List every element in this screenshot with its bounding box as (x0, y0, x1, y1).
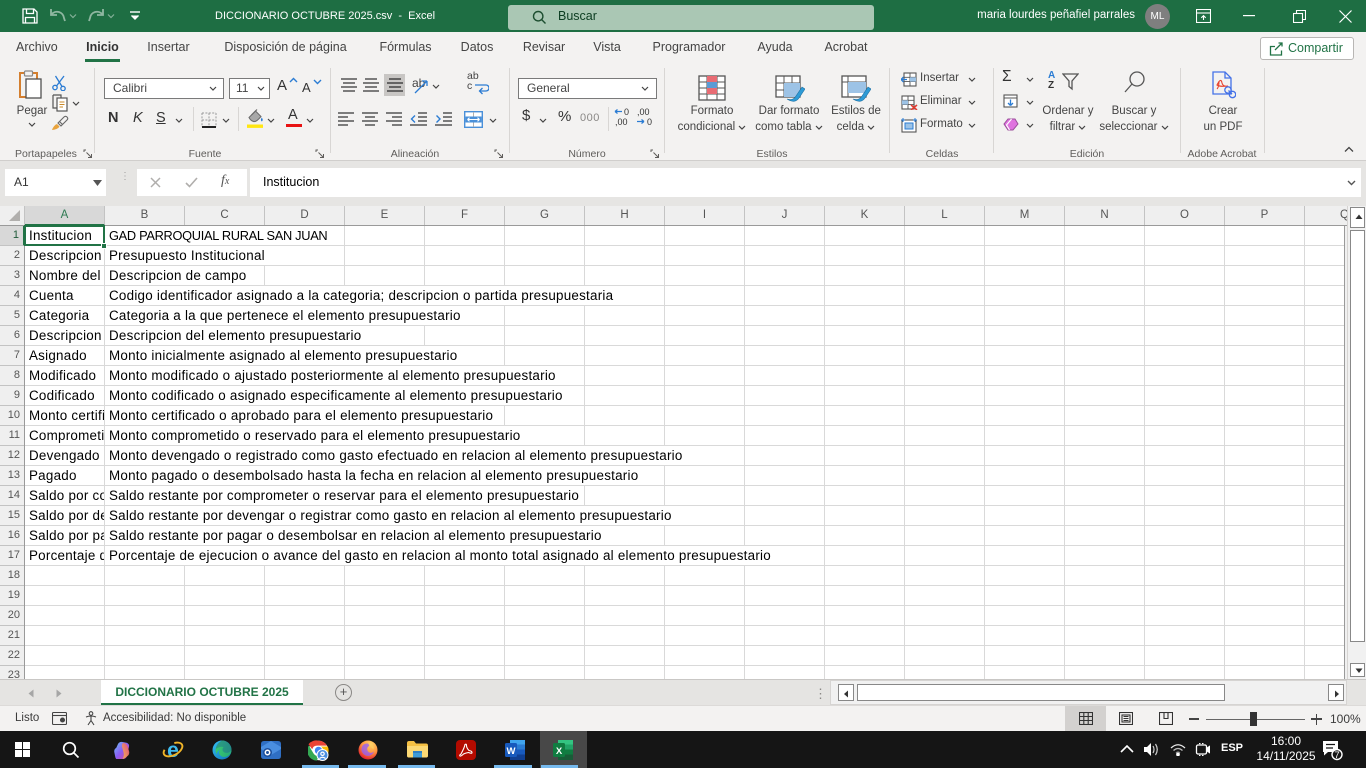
svg-text:7: 7 (1334, 750, 1339, 761)
svg-text:,00: ,00 (615, 117, 628, 127)
svg-text:X: X (556, 746, 563, 757)
svg-text:0: 0 (624, 107, 629, 117)
svg-text:,00: ,00 (637, 107, 650, 117)
svg-text:0: 0 (647, 117, 652, 127)
svg-text:W: W (507, 746, 516, 757)
